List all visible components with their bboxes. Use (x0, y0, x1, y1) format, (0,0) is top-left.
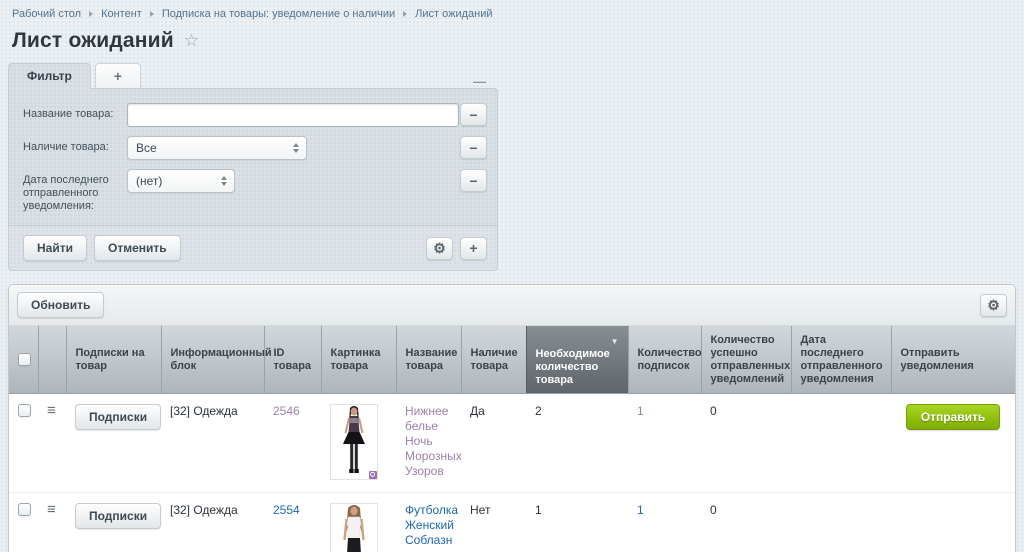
subscription-count-link[interactable]: 1 (637, 404, 644, 419)
availability-cell: Да (461, 394, 526, 493)
table-row: ≡ Подписки [32] Одежда 2546 (9, 394, 1015, 493)
product-image[interactable] (330, 404, 378, 480)
product-name-link[interactable]: Футболка Женский Соблазн (405, 503, 458, 548)
sent-count-cell: 0 (701, 493, 791, 552)
column-header-product-name[interactable]: Название товара (396, 326, 461, 394)
add-filter-tab-button[interactable]: + (95, 63, 141, 89)
breadcrumb: Рабочий стол Контент Подписка на товары:… (0, 0, 1024, 20)
product-name-filter-label: Название товара: (23, 103, 127, 121)
subscriptions-button[interactable]: Подписки (75, 503, 161, 529)
row-menu-header (38, 326, 66, 394)
cancel-button[interactable]: Отменить (94, 235, 181, 261)
breadcrumb-item-desktop[interactable]: Рабочий стол (12, 8, 81, 20)
remove-filter-field-button[interactable]: − (460, 136, 487, 159)
column-header-send-notifications[interactable]: Отправить уведомления (891, 326, 1015, 394)
row-menu-icon[interactable]: ≡ (47, 501, 56, 518)
product-name-link[interactable]: Нижнее белье Ночь Морозных Узоров (405, 404, 462, 479)
find-button[interactable]: Найти (23, 235, 87, 261)
sort-desc-icon: ▼ (611, 335, 619, 348)
send-notifications-button[interactable]: Отправить (906, 404, 1000, 430)
product-photo-lingerie (331, 405, 377, 479)
product-id-link[interactable]: 2554 (273, 503, 300, 518)
remove-filter-field-button[interactable]: − (460, 103, 487, 126)
last-notification-date-filter-select[interactable]: (нет) (127, 169, 235, 193)
product-name-filter-input[interactable] (127, 103, 459, 127)
favorite-star-icon[interactable]: ☆ (184, 31, 199, 51)
page-title: Лист ожиданий (12, 29, 174, 53)
breadcrumb-item-content[interactable]: Контент (101, 8, 142, 20)
column-header-infoblock[interactable]: Информационный блок (161, 326, 264, 394)
table-row: ≡ Подписки [32] Одежда 2554 (9, 493, 1015, 552)
breadcrumb-arrow-icon (150, 11, 154, 17)
last-sent-date-cell (791, 394, 891, 493)
gear-icon: ⚙ (433, 241, 446, 255)
select-all-header[interactable] (9, 326, 38, 394)
grid-toolbar: Обновить ⚙ (9, 285, 1015, 326)
select-all-checkbox[interactable] (18, 353, 31, 366)
row-menu-icon[interactable]: ≡ (47, 402, 56, 419)
required-qty-cell: 1 (526, 493, 628, 552)
table-header-row: Подписки на товар Информационный блок ID… (9, 326, 1015, 394)
column-header-last-sent-date[interactable]: Дата последнего отправленного уведомлени… (791, 326, 891, 394)
select-arrows-icon (221, 176, 227, 186)
filter-collapse-icon[interactable]: — (469, 74, 490, 89)
column-header-sent-count[interactable]: Количество успешно отправленных уведомле… (701, 326, 791, 394)
product-photo-tshirt (331, 504, 377, 552)
breadcrumb-item-waitlist[interactable]: Лист ожиданий (415, 8, 492, 20)
product-image[interactable] (330, 503, 378, 552)
breadcrumb-arrow-icon (89, 11, 93, 17)
infoblock-cell: [32] Одежда (161, 493, 264, 552)
last-notification-date-filter-label: Дата последнего отправленного уведомлени… (23, 169, 127, 213)
waitlist-table: Подписки на товар Информационный блок ID… (9, 326, 1015, 552)
last-sent-date-cell (791, 493, 891, 552)
waitlist-grid: Обновить ⚙ Подписки на товар Информацион… (8, 284, 1016, 552)
sent-count-cell: 0 (701, 394, 791, 493)
column-header-subscription-count[interactable]: Количество подписок (628, 326, 701, 394)
column-header-product-image[interactable]: Картинка товара (321, 326, 396, 394)
product-id-link[interactable]: 2546 (273, 404, 300, 419)
required-qty-cell: 2 (526, 394, 628, 493)
refresh-button[interactable]: Обновить (17, 292, 104, 318)
row-checkbox[interactable] (18, 404, 31, 417)
filter-settings-button[interactable]: ⚙ (426, 237, 453, 260)
column-header-subscriptions[interactable]: Подписки на товар (66, 326, 161, 394)
subscriptions-button[interactable]: Подписки (75, 404, 161, 430)
column-header-required-qty[interactable]: ▼ Необходимое количество товара (526, 326, 628, 394)
add-filter-field-button[interactable]: + (460, 237, 487, 260)
subscription-count-link[interactable]: 1 (637, 503, 644, 518)
column-header-product-id[interactable]: ID товара (264, 326, 321, 394)
availability-filter-label: Наличие товара: (23, 136, 127, 154)
filter-panel: Фильтр + — Название товара: − Наличие то… (8, 63, 498, 271)
filter-tab[interactable]: Фильтр (8, 63, 91, 89)
gear-icon: ⚙ (987, 298, 1000, 312)
column-header-availability[interactable]: Наличие товара (461, 326, 526, 394)
infoblock-cell: [32] Одежда (161, 394, 264, 493)
availability-cell: Нет (461, 493, 526, 552)
row-checkbox[interactable] (18, 503, 31, 516)
select-arrows-icon (293, 143, 299, 153)
availability-filter-select[interactable]: Все (127, 136, 307, 160)
breadcrumb-item-subscriptions[interactable]: Подписка на товары: уведомление о наличи… (162, 8, 395, 20)
grid-settings-button[interactable]: ⚙ (980, 294, 1007, 317)
remove-filter-field-button[interactable]: − (460, 169, 487, 192)
breadcrumb-arrow-icon (403, 11, 407, 17)
